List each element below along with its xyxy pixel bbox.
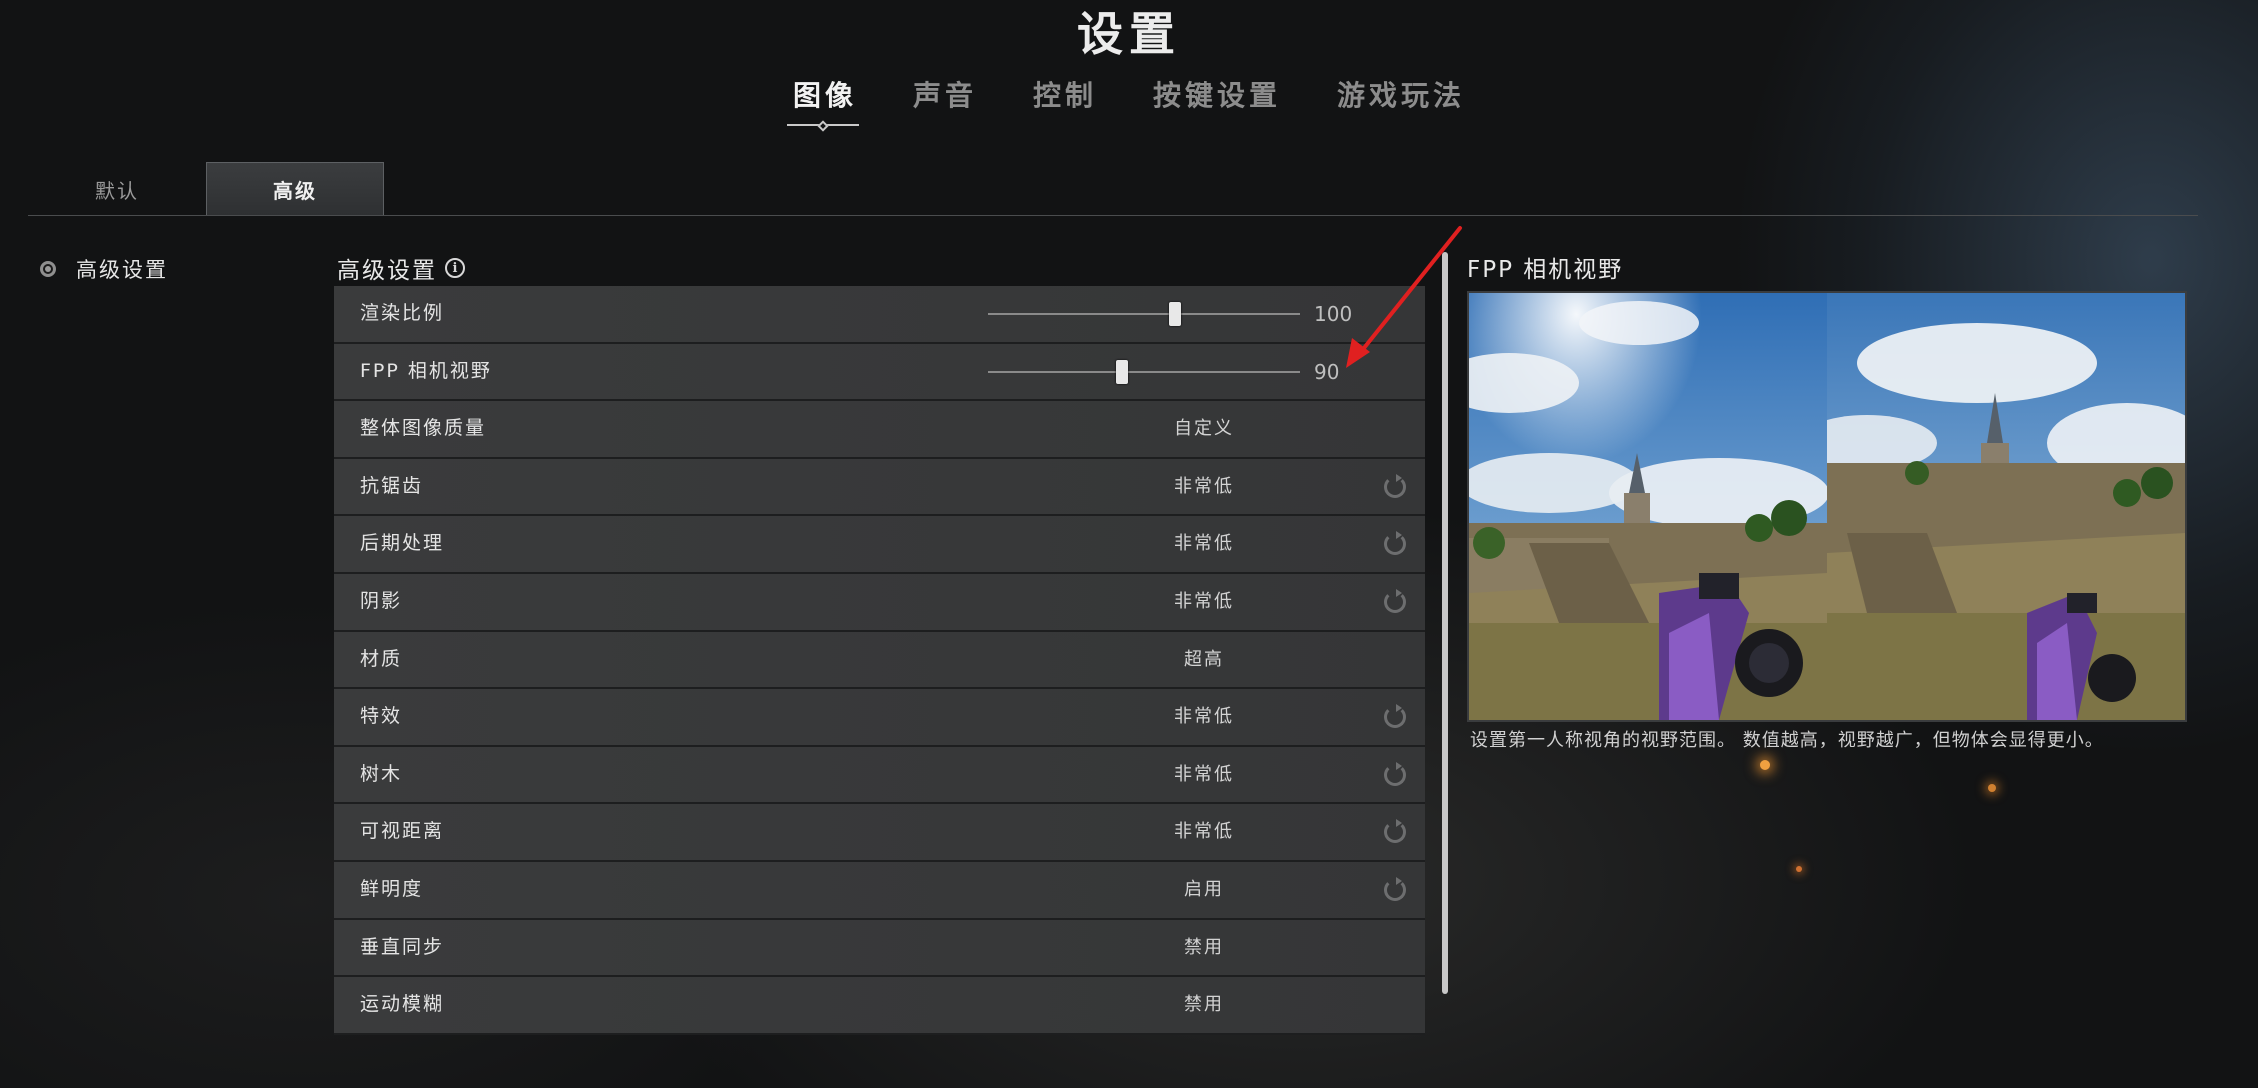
setting-row[interactable]: 可视距离 非常低 [334, 804, 1425, 862]
settings-list: 渲染比例 100 FPP 相机视野 90 整体图像质量 自定义 抗锯齿 非常低 后期处理 非常低阴… [334, 286, 1425, 1035]
info-icon[interactable]: i [445, 258, 465, 278]
ambient-glow [1988, 784, 1996, 792]
tab-label: 控制 [1032, 79, 1097, 112]
setting-value[interactable]: 禁用 [1092, 920, 1316, 975]
subtab-default[interactable]: 默认 [28, 162, 206, 216]
setting-row[interactable]: 垂直同步 禁用 [334, 919, 1425, 978]
setting-label: 运动模糊 [360, 993, 445, 1016]
reset-icon[interactable] [1384, 704, 1406, 729]
sidebar-item-label: 高级设置 [76, 258, 168, 282]
subtab-advanced[interactable]: 高级 [206, 162, 384, 216]
reset-icon[interactable] [1384, 473, 1406, 498]
main-tabs: 图像 声音 控制 按键设置 游戏玩法 [0, 74, 2258, 132]
setting-row[interactable]: 特效 非常低 [334, 689, 1425, 747]
setting-label: 抗锯齿 [360, 474, 424, 497]
setting-value[interactable]: 禁用 [1092, 977, 1316, 1032]
ambient-glow [1760, 760, 1770, 770]
setting-row[interactable]: 抗锯齿 非常低 [334, 458, 1425, 517]
tab-label: 声音 [912, 79, 977, 112]
sidebar-item-advanced-settings[interactable]: 高级设置 [40, 254, 168, 284]
panel-heading-text: 高级设置 [337, 258, 437, 284]
setting-value[interactable]: 超高 [1092, 632, 1316, 687]
reset-icon[interactable] [1384, 588, 1406, 613]
tab-sound[interactable]: 声音 [885, 74, 1005, 114]
setting-value[interactable]: 非常低 [1092, 804, 1316, 859]
panel-heading: 高级设置 i [337, 251, 465, 285]
setting-row[interactable]: 材质 超高 [334, 631, 1425, 690]
setting-value[interactable]: 非常低 [1092, 516, 1316, 571]
reset-icon[interactable] [1384, 531, 1406, 556]
divider [28, 215, 2198, 216]
active-tab-diamond-icon [817, 120, 829, 132]
slider-track[interactable] [988, 359, 1300, 384]
setting-value[interactable]: 非常低 [1092, 747, 1316, 802]
slider-value: 90 [1314, 359, 1340, 384]
radio-dot-icon [40, 261, 56, 277]
setting-label: 阴影 [360, 589, 403, 612]
tab-keybindings[interactable]: 按键设置 [1125, 74, 1309, 114]
preview-image-wide-fov [1827, 293, 2185, 720]
setting-value[interactable]: 非常低 [1092, 574, 1316, 629]
setting-label: 可视距离 [360, 820, 445, 843]
setting-label: FPP 相机视野 [360, 359, 492, 382]
setting-row[interactable]: FPP 相机视野 90 [334, 343, 1425, 402]
slider-thumb[interactable] [1169, 302, 1182, 326]
setting-label: 垂直同步 [360, 935, 445, 958]
ambient-glow [1796, 866, 1802, 872]
tab-label: 游戏玩法 [1337, 79, 1466, 112]
tab-controls[interactable]: 控制 [1005, 74, 1125, 114]
setting-label: 后期处理 [360, 532, 445, 555]
setting-value[interactable]: 自定义 [1092, 401, 1316, 456]
setting-label: 鲜明度 [360, 877, 424, 900]
setting-row[interactable]: 鲜明度 启用 [334, 861, 1425, 920]
setting-value[interactable]: 启用 [1092, 862, 1316, 917]
reset-icon[interactable] [1384, 876, 1406, 901]
setting-value[interactable]: 非常低 [1092, 459, 1316, 514]
tab-gameplay[interactable]: 游戏玩法 [1309, 74, 1493, 114]
setting-row[interactable]: 阴影 非常低 [334, 573, 1425, 632]
preview-image [1467, 291, 2187, 722]
preview-title: FPP 相机视野 [1467, 257, 1624, 283]
annotation-arrow-icon [1346, 226, 1462, 368]
setting-label: 整体图像质量 [360, 417, 487, 440]
reset-icon[interactable] [1384, 819, 1406, 844]
preview-description: 设置第一人称视角的视野范围。 数值越高，视野越广，但物体会显得更小。 [1470, 730, 2104, 751]
setting-row[interactable]: 整体图像质量 自定义 [334, 401, 1425, 459]
setting-label: 树木 [360, 762, 403, 785]
page-title: 设置 [1077, 7, 1181, 61]
reset-icon[interactable] [1384, 761, 1406, 786]
setting-value[interactable]: 非常低 [1092, 689, 1316, 744]
preview-image-narrow-fov [1469, 293, 1827, 720]
setting-row[interactable]: 运动模糊 禁用 [334, 977, 1425, 1035]
setting-row[interactable]: 后期处理 非常低 [334, 516, 1425, 574]
tab-graphics[interactable]: 图像 [765, 74, 885, 132]
sub-tabs: 默认 高级 [28, 162, 384, 216]
setting-label: 特效 [360, 705, 403, 728]
setting-label: 渲染比例 [360, 302, 445, 324]
slider-track[interactable] [988, 302, 1300, 326]
setting-row[interactable]: 渲染比例 100 [334, 286, 1425, 344]
setting-row[interactable]: 树木 非常低 [334, 746, 1425, 805]
tab-label: 按键设置 [1153, 79, 1282, 112]
slider-thumb[interactable] [1116, 359, 1129, 384]
setting-label: 材质 [360, 647, 403, 670]
tab-label: 图像 [792, 79, 857, 112]
